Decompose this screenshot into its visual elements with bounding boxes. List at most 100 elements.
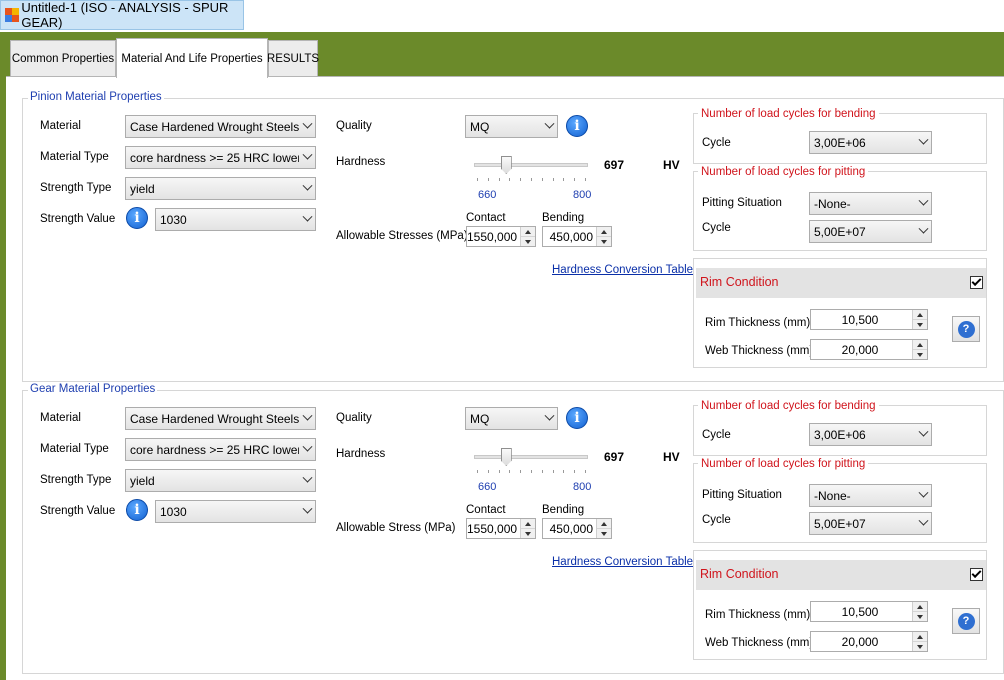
gear-pitting-cycles-title: Number of load cycles for pitting [698,458,869,470]
pinion-hardness-min: 660 [478,189,497,201]
pinion-rim-thickness-label: Rim Thickness (mm) [705,317,811,329]
spin-up-icon[interactable] [597,519,611,528]
pinion-rim-thickness-spinner[interactable]: 10,500 [810,309,928,330]
spin-up-icon[interactable] [521,227,535,236]
question-icon: ? [957,320,975,338]
gear-bending-stress-spinner[interactable]: 450,000 [542,518,612,539]
spin-up-icon[interactable] [913,602,927,611]
gear-quality-label: Quality [336,412,372,424]
pinion-strength-value-dropdown[interactable]: 1030 [155,208,316,231]
pinion-bending-cycle-label: Cycle [702,137,731,149]
tab-label: Material And Life Properties [121,52,263,65]
gear-rim-checkbox[interactable] [970,568,983,581]
pinion-pitting-cycle-label: Cycle [702,222,731,234]
spin-down-icon[interactable] [521,236,535,246]
pinion-quality-dropdown[interactable]: MQ [465,115,558,138]
pinion-material-type-value: core hardness >= 25 HRC lower [130,150,299,165]
chevron-down-icon [541,116,557,137]
pinion-bending-value: 450,000 [549,229,593,244]
gear-bending-label: Bending [542,504,585,516]
pinion-bending-cycles-title: Number of load cycles for bending [698,108,879,120]
spin-down-icon[interactable] [597,528,611,538]
document-tab[interactable]: Untitled-1 (ISO - ANALYSIS - SPUR GEAR) [0,0,244,30]
pinion-material-label: Material [40,120,81,132]
gear-web-thickness-label: Web Thickness (mm) [705,637,814,649]
pinion-rim-checkbox[interactable] [970,276,983,289]
pinion-hardness-unit: HV [663,158,680,172]
gear-hardness-label: Hardness [336,448,386,460]
spin-down-icon[interactable] [913,641,927,651]
chevron-down-icon [299,209,315,230]
gear-strength-type-label: Strength Type [40,474,112,486]
chevron-down-icon [299,178,315,199]
pinion-hardness-max: 800 [573,189,592,201]
pinion-bending-label: Bending [542,212,585,224]
pinion-hardness-conversion-link[interactable]: Hardness Conversion Table [552,264,693,276]
gear-quality-info-icon[interactable]: i [566,407,588,429]
pinion-bending-cycle-dropdown[interactable]: 3,00E+06 [809,131,932,154]
gear-rim-thickness-spinner[interactable]: 10,500 [810,601,928,622]
gear-bending-cycle-dropdown[interactable]: 3,00E+06 [809,423,932,446]
pinion-hardness-label: Hardness [336,156,386,168]
spin-down-icon[interactable] [597,236,611,246]
gear-quality-dropdown[interactable]: MQ [465,407,558,430]
chevron-down-icon [541,408,557,429]
gear-bending-cycle-value: 3,00E+06 [814,427,866,442]
gear-rim-help-button[interactable]: ? [952,608,980,634]
gear-hardness-conversion-link[interactable]: Hardness Conversion Table [552,556,693,568]
pinion-group-title: Pinion Material Properties [28,91,164,103]
gear-strength-type-dropdown[interactable]: yield [125,469,316,492]
gear-allowable-stress-label: Allowable Stress (MPa) [336,522,456,534]
chevron-down-icon [915,424,931,445]
spin-down-icon[interactable] [913,349,927,359]
chevron-down-icon [299,501,315,522]
slider-tick [531,178,532,181]
slider-tick [563,470,565,473]
chevron-down-icon [299,408,315,429]
gear-strength-type-value: yield [130,473,155,488]
gear-pitting-cycle-dropdown[interactable]: 5,00E+07 [809,512,932,535]
pinion-strength-type-value: yield [130,181,155,196]
spin-down-icon[interactable] [913,319,927,329]
question-icon: ? [957,612,975,630]
pinion-material-type-dropdown[interactable]: core hardness >= 25 HRC lower [125,146,316,169]
pinion-material-dropdown[interactable]: Case Hardened Wrought Steels [125,115,316,138]
pinion-hardness-slider-track [474,163,588,167]
spin-up-icon[interactable] [913,310,927,319]
spin-up-icon[interactable] [521,519,535,528]
chevron-down-icon [915,485,931,506]
spin-down-icon[interactable] [913,611,927,621]
pinion-web-thickness-spinner[interactable]: 20,000 [810,339,928,360]
document-tab-title: Untitled-1 (ISO - ANALYSIS - SPUR GEAR) [21,0,229,30]
chevron-down-icon [299,439,315,460]
tab-common-properties[interactable]: Common Properties [10,40,116,76]
spin-up-icon[interactable] [913,340,927,349]
gear-strength-info-icon[interactable]: i [126,499,148,521]
gear-web-thickness-spinner[interactable]: 20,000 [810,631,928,652]
pinion-quality-info-icon[interactable]: i [566,115,588,137]
gear-pitting-situation-dropdown[interactable]: -None- [809,484,932,507]
pinion-pitting-situation-dropdown[interactable]: -None- [809,192,932,215]
pinion-strength-info-icon[interactable]: i [126,207,148,229]
gear-hardness-min: 660 [478,481,497,493]
gear-contact-stress-spinner[interactable]: 1550,000 [466,518,536,539]
pinion-contact-stress-spinner[interactable]: 1550,000 [466,226,536,247]
pinion-strength-value: 1030 [160,212,187,227]
chevron-down-icon [915,193,931,214]
gear-material-dropdown[interactable]: Case Hardened Wrought Steels [125,407,316,430]
pinion-strength-type-dropdown[interactable]: yield [125,177,316,200]
pinion-hardness-ticks [477,178,586,182]
tab-results[interactable]: RESULTS [267,40,319,76]
spin-up-icon[interactable] [597,227,611,236]
pinion-pitting-cycle-dropdown[interactable]: 5,00E+07 [809,220,932,243]
gear-hardness-value: 697 [604,450,625,464]
spin-up-icon[interactable] [913,632,927,641]
spin-down-icon[interactable] [521,528,535,538]
pinion-bending-stress-spinner[interactable]: 450,000 [542,226,612,247]
tab-material-and-life-properties[interactable]: Material And Life Properties [116,38,268,78]
pinion-rim-help-button[interactable]: ? [952,316,980,342]
gear-strength-value-dropdown[interactable]: 1030 [155,500,316,523]
gear-bending-cycle-label: Cycle [702,429,731,441]
gear-material-type-dropdown[interactable]: core hardness >= 25 HRC lower [125,438,316,461]
slider-tick [520,178,522,181]
